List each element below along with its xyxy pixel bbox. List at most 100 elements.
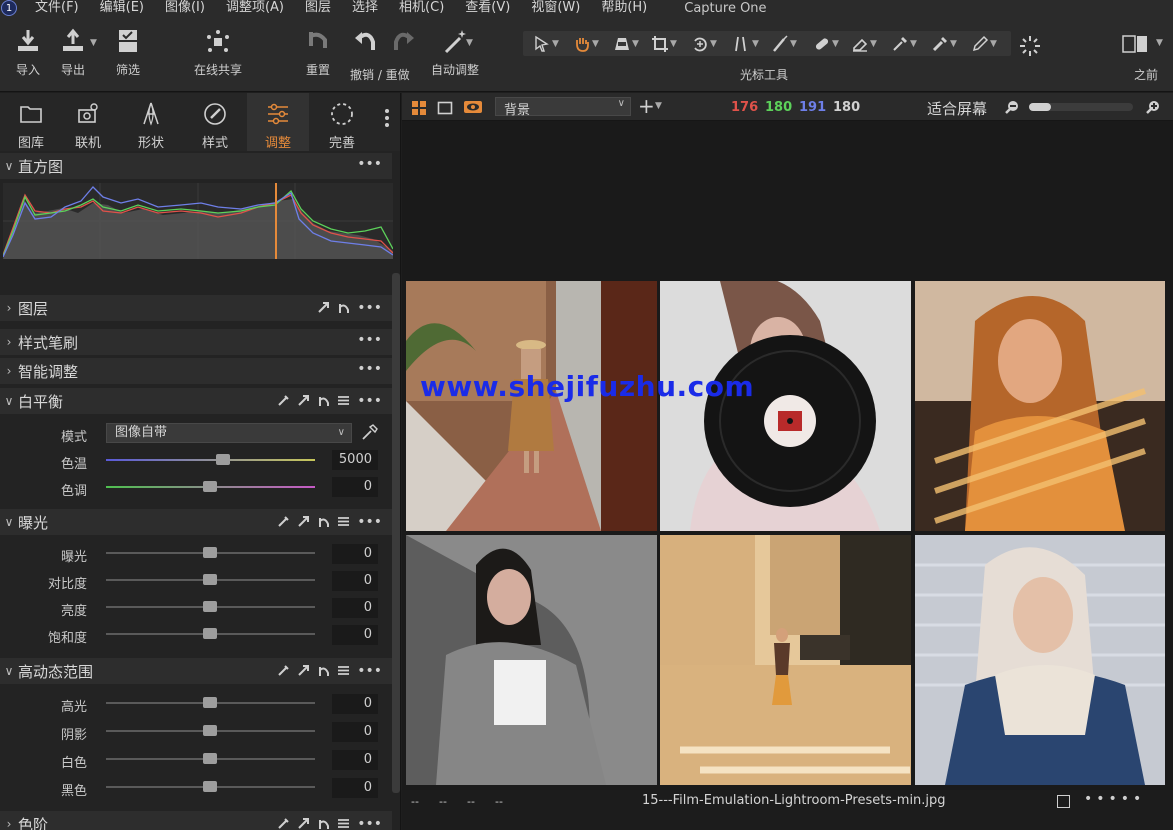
pop-out-icon[interactable] — [297, 817, 310, 830]
undo-icon[interactable] — [353, 28, 379, 58]
annotate-cursor-tool[interactable]: ▼ — [971, 34, 997, 53]
saturation-slider-handle[interactable] — [203, 628, 217, 639]
select-cursor-tool[interactable]: ▼ — [533, 34, 559, 53]
import-button[interactable]: 导入 — [15, 28, 41, 78]
menu-select[interactable]: 选择 — [352, 0, 378, 16]
black-value[interactable]: 0 — [332, 778, 378, 798]
expand-arrow-icon[interactable]: › — [0, 817, 18, 830]
menu-adjustments[interactable]: 调整项(A) — [226, 0, 284, 16]
zoom-slider[interactable] — [1029, 103, 1133, 111]
smart-adjust-header[interactable]: › 智能调整 ••• — [0, 358, 392, 384]
presets-icon[interactable] — [337, 664, 350, 677]
collapse-arrow-icon[interactable]: ∨ — [0, 394, 18, 408]
redo-icon[interactable] — [390, 28, 416, 58]
auto-adjust-button[interactable]: 自动调整 — [431, 28, 479, 78]
more-icon[interactable]: ••• — [357, 817, 382, 830]
temp-slider[interactable] — [106, 459, 315, 461]
zoom-slider-handle[interactable] — [1029, 103, 1051, 111]
layers-header[interactable]: › 图层 ••• — [0, 295, 392, 321]
share-button[interactable]: 在线共享 — [194, 28, 242, 78]
reset-tool-icon[interactable] — [317, 664, 330, 677]
shadow-value[interactable]: 0 — [332, 722, 378, 742]
more-icon[interactable]: ••• — [357, 515, 382, 529]
black-slider-handle[interactable] — [203, 781, 217, 792]
fit-screen-label[interactable]: 适合屏幕 — [927, 98, 987, 119]
pop-out-icon[interactable] — [297, 664, 310, 677]
presets-icon[interactable] — [337, 817, 350, 830]
white-slider-handle[interactable] — [203, 753, 217, 764]
hdr-header[interactable]: ∨ 高动态范围 ••• — [0, 658, 392, 684]
menu-help[interactable]: 帮助(H) — [601, 0, 647, 16]
expand-arrow-icon[interactable]: › — [0, 301, 18, 315]
menu-view[interactable]: 查看(V) — [465, 0, 510, 16]
before-after-chevron-icon[interactable]: ▼ — [1156, 38, 1163, 48]
expand-arrow-icon[interactable]: › — [0, 364, 18, 378]
tab-capture[interactable]: 联机 — [57, 93, 119, 151]
reset-tool-icon[interactable] — [337, 301, 350, 314]
select-checkbox[interactable] — [1057, 795, 1070, 808]
menu-layers[interactable]: 图层 — [305, 0, 331, 16]
app-logo-icon[interactable]: 1 — [1, 0, 17, 16]
picker-icon[interactable] — [277, 664, 290, 677]
reset-tool-icon[interactable] — [317, 817, 330, 830]
picker-icon[interactable] — [277, 394, 290, 407]
pop-out-icon[interactable] — [297, 515, 310, 528]
more-icon[interactable]: ••• — [357, 333, 382, 347]
add-chevron-icon[interactable]: ▼ — [655, 101, 662, 111]
more-icon[interactable]: ••• — [357, 362, 382, 376]
presets-icon[interactable] — [337, 394, 350, 407]
more-icon[interactable]: ••• — [357, 157, 382, 171]
menu-image[interactable]: 图像(I) — [165, 0, 205, 16]
keystone-cursor-tool[interactable]: ▼ — [613, 34, 639, 53]
contrast-value[interactable]: 0 — [332, 571, 378, 591]
pan-cursor-tool[interactable]: ▼ — [573, 34, 599, 53]
filter-button[interactable]: 筛选 — [115, 28, 141, 78]
more-icon[interactable]: ••• — [357, 394, 382, 408]
pop-out-icon[interactable] — [297, 394, 310, 407]
brightness-value[interactable]: 0 — [332, 598, 378, 618]
tab-refine[interactable]: 完善 — [311, 93, 373, 151]
export-button[interactable]: 导出 — [60, 28, 86, 78]
picker-icon[interactable] — [277, 817, 290, 830]
tint-value[interactable]: 0 — [332, 477, 378, 497]
tabs-more-icon[interactable] — [384, 109, 390, 130]
reset-tool-icon[interactable] — [317, 515, 330, 528]
lens-cursor-tool[interactable]: ▼ — [733, 34, 759, 53]
rotate-cursor-tool[interactable]: ▼ — [691, 34, 717, 53]
tint-slider-handle[interactable] — [203, 481, 217, 492]
tab-style[interactable]: 样式 — [184, 93, 246, 151]
wb-eyedropper-button[interactable] — [360, 424, 378, 446]
export-chevron-icon[interactable]: ▼ — [90, 38, 97, 48]
wb-mode-select[interactable]: 图像自带 ∨ — [106, 423, 352, 443]
white-balance-header[interactable]: ∨ 白平衡 ••• — [0, 388, 392, 414]
saturation-value[interactable]: 0 — [332, 625, 378, 645]
tool-panel-scrollbar[interactable] — [392, 273, 400, 793]
zoom-in-icon[interactable] — [1145, 99, 1161, 119]
menu-camera[interactable]: 相机(C) — [399, 0, 444, 16]
exposure-header[interactable]: ∨ 曝光 ••• — [0, 509, 392, 535]
more-icon[interactable]: ••• — [357, 301, 382, 315]
menu-file[interactable]: 文件(F) — [35, 0, 79, 16]
collapse-arrow-icon[interactable]: ∨ — [0, 515, 18, 529]
reset-button[interactable]: 重置 — [305, 28, 331, 78]
heal-cursor-tool[interactable]: ▼ — [813, 34, 839, 53]
white-value[interactable]: 0 — [332, 750, 378, 770]
auto-adjust-chevron-icon[interactable]: ▼ — [466, 38, 473, 48]
single-view-icon[interactable] — [437, 100, 453, 120]
presets-icon[interactable] — [337, 515, 350, 528]
proof-eye-icon[interactable] — [463, 99, 483, 119]
background-select[interactable]: 背景 ∨ — [495, 97, 631, 118]
exposure-value[interactable]: 0 — [332, 544, 378, 564]
color-picker-cursor-tool[interactable]: ▼ — [891, 34, 917, 53]
shadow-slider-handle[interactable] — [203, 725, 217, 736]
collapse-arrow-icon[interactable]: ∨ — [0, 159, 18, 173]
menu-edit[interactable]: 编辑(E) — [100, 0, 144, 16]
highlight-value[interactable]: 0 — [332, 694, 378, 714]
reset-tool-icon[interactable] — [317, 394, 330, 407]
pop-out-icon[interactable] — [317, 301, 330, 314]
add-icon[interactable]: + — [638, 94, 655, 118]
zoom-out-icon[interactable] — [1004, 99, 1020, 119]
temp-slider-handle[interactable] — [216, 454, 230, 465]
tab-adjust[interactable]: 调整 — [247, 93, 309, 151]
more-icon[interactable]: ••• — [357, 664, 382, 678]
